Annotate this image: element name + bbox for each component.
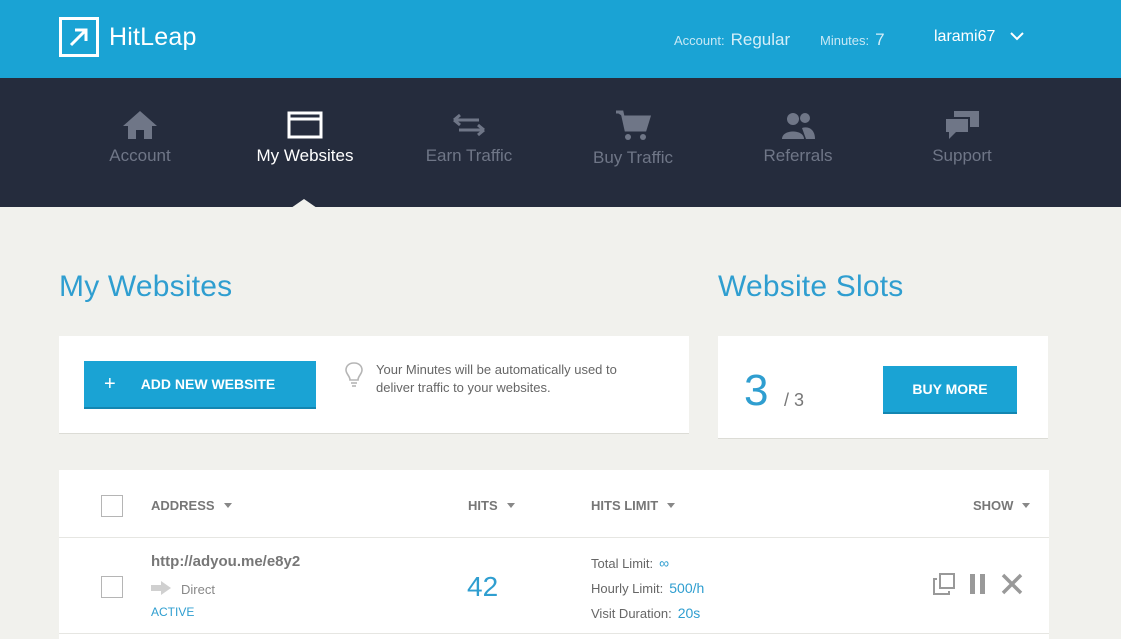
minutes-hint: Your Minutes will be automatically used … [344,361,651,397]
account-type-label: Account: [674,33,725,48]
total-limit-value[interactable]: ∞ [659,555,669,571]
sort-caret-icon [667,503,676,508]
hourly-limit: Hourly Limit: 500/h [591,580,704,605]
column-show[interactable]: SHOW [973,498,1031,513]
traffic-type: Direct [151,581,215,598]
websites-table: ADDRESS HITS HITS LIMIT SHOW http://adyo… [59,470,1049,639]
column-hits-label: HITS [468,498,498,513]
nav-item-label: Referrals [763,146,833,165]
slots-used: 3 [744,366,769,415]
account-type: Account: Regular [674,30,790,50]
table-row: http://adyou.me/e8y2 Direct ACTIVE 42 To… [59,539,1049,634]
chat-bubbles-icon [880,110,1044,140]
nav-item-my-websites[interactable]: My Websites [223,110,387,166]
column-show-label: SHOW [973,498,1014,513]
my-websites-title: My Websites [59,270,233,303]
row-actions [933,573,1037,600]
hourly-limit-value[interactable]: 500/h [669,580,704,596]
website-slots-card: 3 / 3 BUY MORE [718,336,1048,439]
user-menu[interactable]: larami67 [934,28,1025,46]
chevron-down-icon [1010,28,1025,46]
minutes-label: Minutes: [820,33,870,48]
nav-item-support[interactable]: Support [880,110,1044,166]
duplicate-icon[interactable] [933,573,955,600]
exchange-arrows-icon [387,110,551,140]
username: larami67 [934,28,996,45]
shopping-cart-icon [551,110,715,142]
active-tab-indicator [291,199,317,208]
website-slots-title: Website Slots [718,270,904,303]
arrow-right-icon [151,581,171,598]
visit-duration-value[interactable]: 20s [678,605,701,621]
hourly-limit-label: Hourly Limit: [591,581,664,596]
users-icon [716,110,880,140]
nav-item-buy-traffic[interactable]: Buy Traffic [551,110,715,168]
column-hits-limit[interactable]: HITS LIMIT [591,498,676,513]
main-nav: Account My Websites Earn Traffic Buy Tra… [0,78,1121,207]
website-url[interactable]: http://adyou.me/e8y2 [151,553,300,570]
column-hits-limit-label: HITS LIMIT [591,498,659,513]
buy-more-button[interactable]: BUY MORE [883,366,1017,414]
status-badge: ACTIVE [151,605,195,619]
nav-item-label: Account [109,146,171,165]
visit-duration-label: Visit Duration: [591,606,672,621]
table-header: ADDRESS HITS HITS LIMIT SHOW [59,470,1049,538]
nav-item-earn-traffic[interactable]: Earn Traffic [387,110,551,166]
minutes-value: 7 [875,30,885,49]
account-type-value: Regular [730,30,791,49]
total-limit-label: Total Limit: [591,556,654,571]
nav-item-label: Support [932,146,992,165]
logo-arrow-icon [59,17,99,57]
nav-item-label: My Websites [256,146,354,165]
select-all-checkbox[interactable] [101,495,123,517]
nav-item-label: Buy Traffic [593,148,673,167]
column-address[interactable]: ADDRESS [151,498,232,513]
nav-item-account[interactable]: Account [58,110,222,166]
app-name: HitLeap [109,22,197,51]
minutes-balance: Minutes: 7 [820,30,885,50]
browser-window-icon [223,110,387,140]
home-icon [58,110,222,140]
top-bar: HitLeap Account: Regular Minutes: 7 larami… [0,0,1121,78]
slots-total: / 3 [784,390,805,410]
sort-caret-icon [1022,503,1031,508]
row-checkbox[interactable] [101,576,123,598]
sort-caret-icon [223,503,232,508]
plus-icon: + [104,372,116,395]
column-address-label: ADDRESS [151,498,215,513]
add-new-website-label: ADD NEW WEBSITE [140,376,276,392]
traffic-type-label: Direct [181,582,215,597]
lightbulb-icon [344,361,364,397]
pause-icon[interactable] [969,573,987,600]
add-new-website-button[interactable]: + ADD NEW WEBSITE [84,361,316,409]
column-hits[interactable]: HITS [468,498,515,513]
logo[interactable]: HitLeap [59,17,197,57]
nav-item-label: Earn Traffic [425,146,513,165]
hint-text: Your Minutes will be automatically used … [376,362,617,395]
visit-duration: Visit Duration: 20s [591,605,704,630]
hits-limits: Total Limit: ∞ Hourly Limit: 500/h Visit D… [591,555,704,630]
sort-caret-icon [506,503,515,508]
total-limit: Total Limit: ∞ [591,555,704,580]
close-icon[interactable] [1001,573,1023,600]
add-website-card: + ADD NEW WEBSITE Your Minutes will be a… [59,336,689,434]
hits-count: 42 [467,571,499,602]
nav-item-referrals[interactable]: Referrals [716,110,880,166]
